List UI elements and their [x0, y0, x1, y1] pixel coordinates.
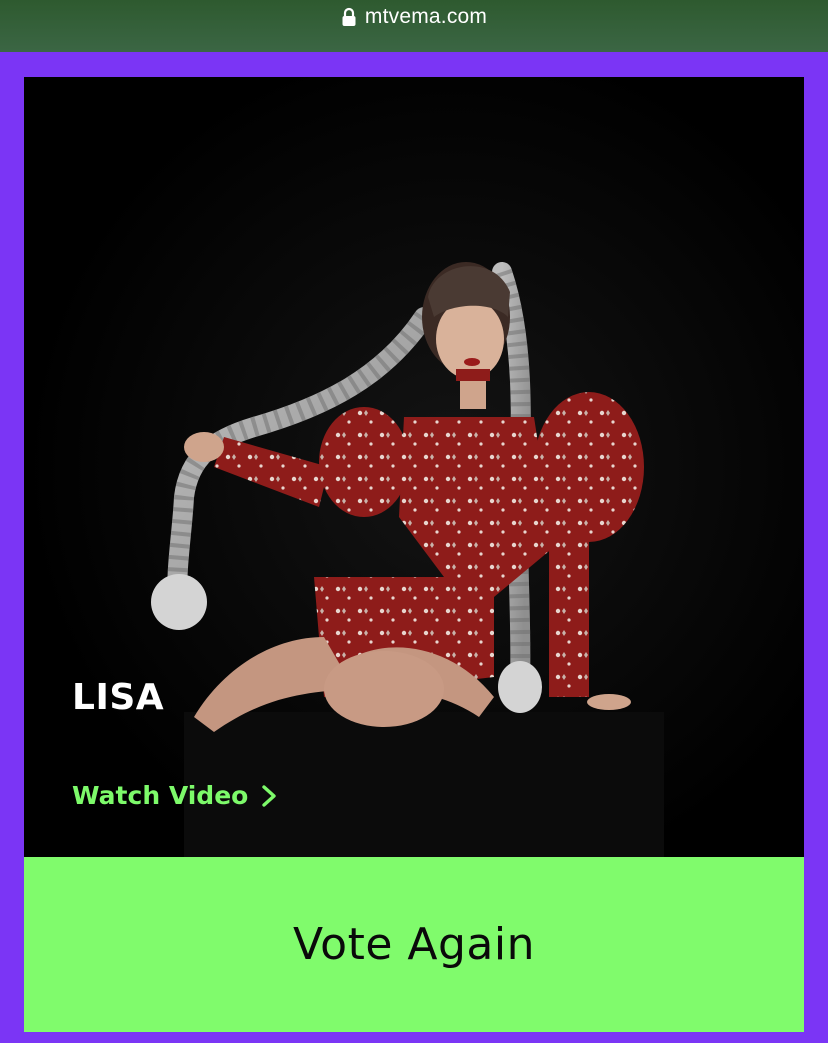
- vote-again-label[interactable]: Vote Again: [293, 919, 535, 970]
- browser-url-bar[interactable]: mtvema.com: [0, 0, 828, 52]
- artist-photo: [24, 77, 804, 857]
- lock-icon: [341, 7, 357, 27]
- artist-photo-illustration: [24, 77, 804, 857]
- watch-video-link[interactable]: Watch Video: [72, 781, 278, 810]
- url-text[interactable]: mtvema.com: [365, 5, 487, 29]
- url-container[interactable]: mtvema.com: [341, 5, 487, 29]
- artist-card: LISA Watch Video Vote Again: [24, 77, 804, 1032]
- chevron-right-icon[interactable]: [260, 784, 278, 808]
- artist-name: LISA: [72, 677, 165, 718]
- vote-again-button[interactable]: Vote Again: [24, 857, 804, 1032]
- watch-video-label[interactable]: Watch Video: [72, 781, 248, 810]
